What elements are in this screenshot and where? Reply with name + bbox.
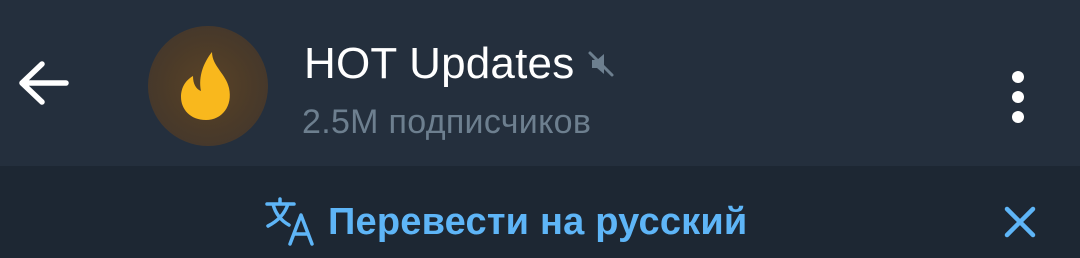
translate-button[interactable]: Перевести на русский [264, 190, 748, 254]
title-row[interactable]: HOT Updates [304, 36, 616, 92]
channel-avatar[interactable] [148, 26, 268, 146]
close-icon [1004, 206, 1036, 238]
back-button[interactable] [16, 55, 72, 111]
muted-speaker-icon [586, 49, 616, 79]
translate-bar: Перевести на русский [0, 166, 1080, 258]
translate-label: Перевести на русский [328, 201, 748, 243]
chat-header: HOT Updates 2.5M подписчиков [0, 0, 1080, 160]
more-options-button[interactable] [996, 62, 1040, 132]
channel-title: HOT Updates [304, 39, 575, 88]
arrow-left-icon [19, 61, 69, 105]
subscriber-count: 2.5M подписчиков [302, 103, 592, 141]
fire-emoji-icon [181, 52, 230, 120]
close-translate-button[interactable] [992, 194, 1048, 250]
translate-icon [264, 197, 318, 247]
more-vertical-icon [1012, 71, 1024, 123]
